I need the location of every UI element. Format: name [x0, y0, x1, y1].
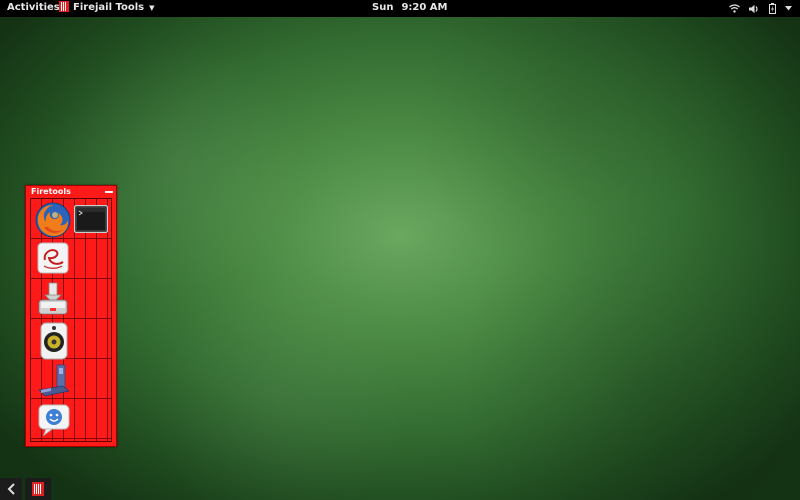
system-tray[interactable]	[729, 3, 792, 14]
download-icon[interactable]	[37, 282, 69, 320]
firetools-title: Firetools	[31, 187, 71, 196]
app-menu-label: Firejail Tools	[73, 2, 145, 13]
firefox-icon[interactable]	[34, 201, 72, 243]
desktop-background	[0, 22, 800, 500]
caret-down-icon: ▼	[149, 3, 155, 12]
chat-icon[interactable]	[38, 404, 70, 440]
minimize-icon[interactable]	[105, 191, 113, 193]
activities-button[interactable]: Activities	[7, 2, 60, 13]
speaker-icon[interactable]	[39, 322, 69, 364]
clock-day: Sun	[372, 2, 394, 13]
app-launcher-grid	[30, 198, 112, 442]
message-tray-toggle[interactable]	[0, 478, 22, 500]
volume-icon[interactable]	[749, 4, 760, 14]
top-panel: Activities Firejail Tools ▼ Sun 9:20 AM	[0, 0, 800, 17]
clock[interactable]: Sun 9:20 AM	[372, 2, 448, 13]
terminal-icon[interactable]	[73, 204, 109, 237]
firejail-icon	[59, 1, 69, 12]
battery-icon[interactable]	[769, 3, 776, 14]
tray-firejail-item[interactable]	[25, 478, 51, 500]
email-client-icon[interactable]	[37, 242, 69, 278]
power-menu-icon[interactable]	[785, 6, 792, 11]
chevron-left-icon	[7, 483, 15, 495]
app-menu[interactable]: Firejail Tools ▼	[59, 1, 155, 13]
firetools-window[interactable]: Firetools	[25, 185, 117, 447]
firejail-tray-icon	[32, 482, 44, 496]
clock-time: 9:20 AM	[401, 2, 448, 13]
wifi-icon[interactable]	[729, 4, 740, 13]
media-icon[interactable]	[37, 364, 71, 402]
